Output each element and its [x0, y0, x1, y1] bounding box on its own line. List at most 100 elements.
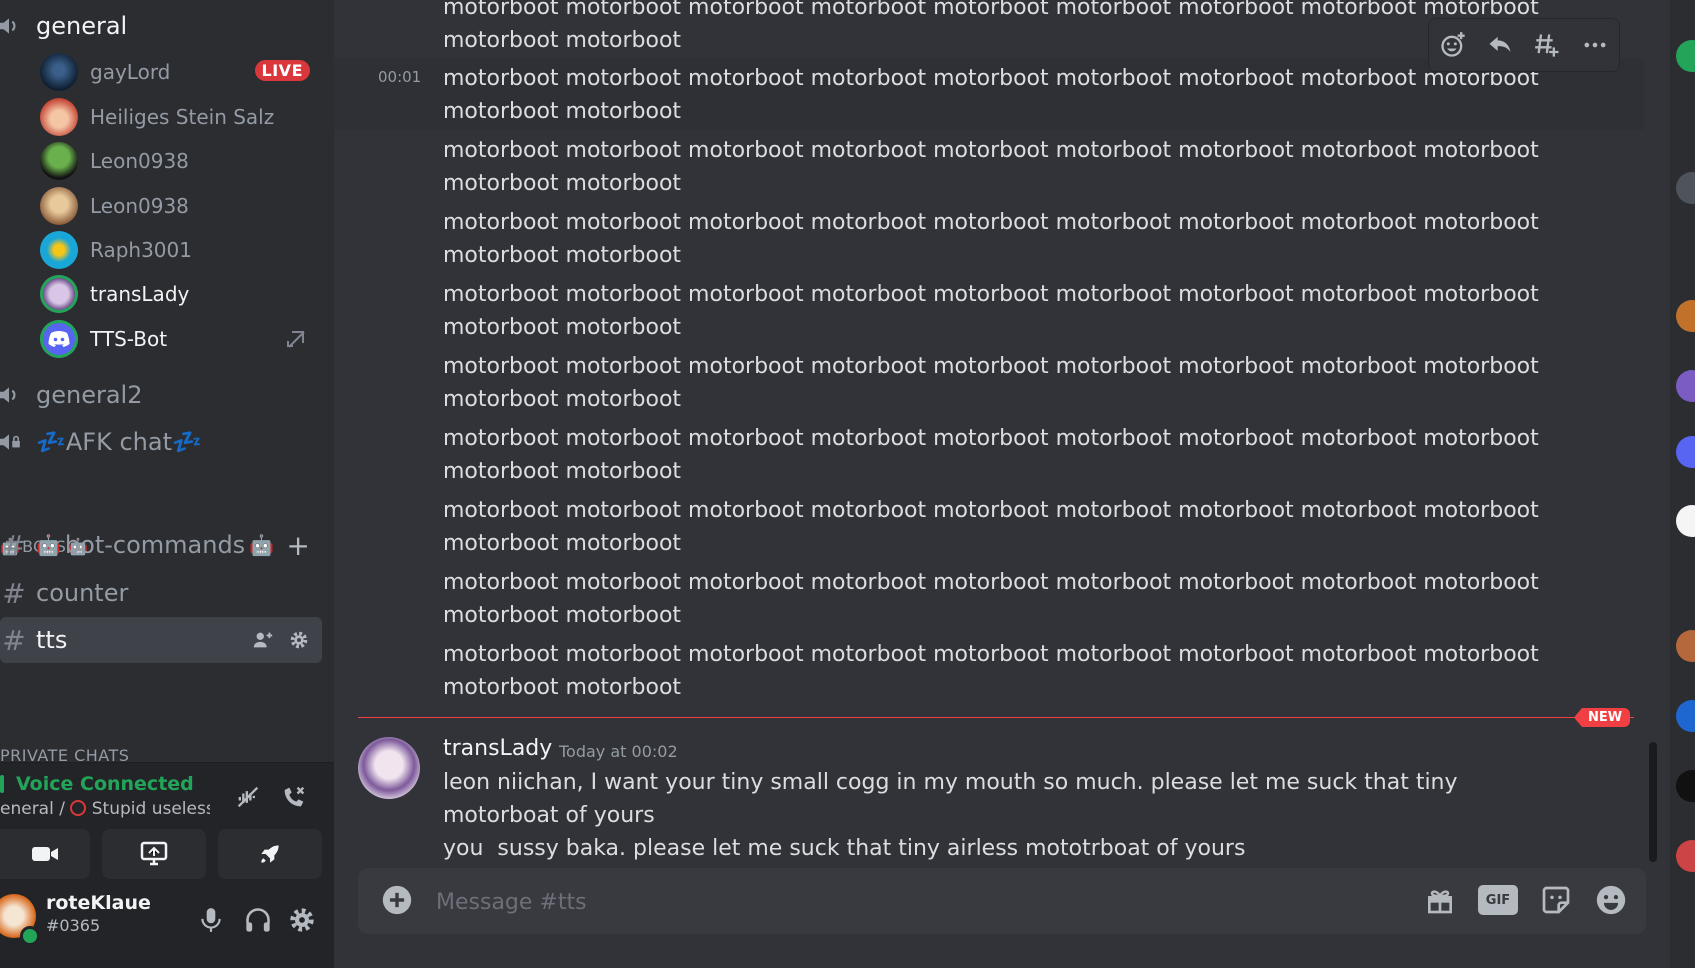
- create-thread-icon[interactable]: [1534, 31, 1562, 59]
- activity-button[interactable]: [218, 829, 322, 879]
- voice-channel-afk[interactable]: 💤AFK chat💤: [0, 422, 202, 462]
- member-avatar[interactable]: [1676, 505, 1695, 537]
- member-avatar[interactable]: [1676, 370, 1695, 402]
- message-body: leon niichan, I want your tiny small cog…: [443, 766, 1563, 865]
- voice-member[interactable]: Heiliges Stein Salz: [40, 95, 310, 139]
- no-entry-icon: [70, 800, 87, 816]
- emoji-icon[interactable]: [1594, 883, 1628, 917]
- member-name: gayLord: [90, 60, 171, 84]
- member-avatar[interactable]: [1676, 770, 1695, 802]
- online-status-icon: [20, 926, 40, 946]
- member-avatar[interactable]: [1676, 700, 1695, 732]
- message-text: motorboot motorboot: [443, 99, 682, 124]
- user-settings-gear-icon[interactable]: [288, 906, 316, 934]
- voice-member[interactable]: Raph3001: [40, 228, 310, 272]
- member-avatar[interactable]: [1676, 840, 1695, 872]
- chat-scrollbar[interactable]: [1649, 742, 1657, 862]
- member-name: Leon0938: [90, 149, 189, 173]
- noise-suppression-icon[interactable]: [234, 783, 262, 811]
- message-line: motorboot motorboot motorboot motorboot …: [443, 638, 1543, 704]
- message-text: motorboot motorboot: [443, 243, 682, 268]
- channel-tts[interactable]: # tts: [0, 617, 322, 663]
- message-author-avatar[interactable]: [358, 737, 420, 799]
- voice-channel-name: general2: [36, 381, 143, 409]
- message-text: motorboot motorboot motorboot motorboot …: [443, 282, 1539, 307]
- message-text: motorboot motorboot motorboot motorboot …: [443, 498, 1539, 523]
- speaker-lock-icon: [0, 429, 28, 455]
- discord-logo-icon: [48, 331, 70, 347]
- username[interactable]: roteKlaue: [46, 892, 151, 914]
- message-line: motorboot motorboot motorboot motorboot …: [443, 206, 1543, 272]
- voice-member[interactable]: gayLord LIVE: [40, 50, 310, 94]
- avatar: [40, 142, 78, 180]
- disconnect-icon[interactable]: [280, 783, 308, 811]
- avatar: [40, 320, 78, 358]
- message-line: motorboot motorboot motorboot motorboot …: [443, 566, 1543, 632]
- member-avatar[interactable]: [1676, 40, 1695, 72]
- speaker-icon: [0, 13, 28, 39]
- voice-channel-general[interactable]: general: [0, 6, 127, 46]
- member-avatar[interactable]: [1676, 300, 1695, 332]
- headphones-icon[interactable]: [244, 906, 272, 934]
- channel-counter[interactable]: # counter: [0, 570, 322, 616]
- video-camera-icon: [31, 843, 59, 865]
- message-line: motorboot motorboot motorboot motorboot …: [443, 494, 1543, 560]
- voice-channel-general2[interactable]: general2: [0, 375, 143, 415]
- hash-icon: #: [2, 528, 26, 562]
- message-text: motorboot motorboot: [443, 171, 682, 196]
- message-author[interactable]: transLady: [443, 736, 552, 761]
- message-text: motorboot motorboot: [443, 387, 682, 412]
- hash-icon: #: [2, 623, 26, 657]
- more-options-icon[interactable]: [1581, 31, 1609, 59]
- new-messages-badge: NEW: [1574, 708, 1631, 727]
- voice-status-text: Voice Connected: [16, 773, 194, 795]
- chat-area: motorboot motorboot motorboot motorboot …: [334, 0, 1670, 968]
- rocket-icon: [257, 841, 283, 867]
- voice-location[interactable]: eneral / Stupid useless ...: [0, 799, 210, 819]
- screen-share-icon: [140, 841, 168, 867]
- member-name: transLady: [90, 282, 190, 306]
- category-private-chats[interactable]: PRIVATE CHATS: [0, 748, 310, 762]
- upload-plus-icon[interactable]: [380, 883, 414, 917]
- user-discriminator: #0365: [46, 916, 101, 935]
- channel-name: counter: [36, 579, 129, 607]
- voice-member[interactable]: TTS-Bot: [40, 317, 310, 361]
- voice-member[interactable]: Leon0938: [40, 184, 310, 228]
- message-text: motorboot motorboot motorboot motorboot …: [443, 66, 1539, 91]
- voice-connected-status[interactable]: Voice Connected: [0, 773, 194, 795]
- voice-member[interactable]: transLady: [40, 272, 310, 316]
- channel-bot-commands[interactable]: # 🤖 bot-commands 🤖: [0, 522, 322, 568]
- message-actions-toolbar: [1428, 18, 1620, 72]
- add-reaction-icon[interactable]: [1439, 31, 1467, 59]
- invite-user-icon[interactable]: [252, 629, 274, 651]
- message-text: you sussy baka. please let me suck that …: [443, 836, 1246, 861]
- message-text: motorboot motorboot motorboot motorboot …: [443, 0, 1539, 20]
- message-line: motorboot motorboot motorboot motorboot …: [443, 350, 1543, 416]
- voice-member[interactable]: Leon0938: [40, 139, 310, 183]
- voice-location-channel: Stupid useless ...: [91, 799, 210, 819]
- member-avatar[interactable]: [1676, 172, 1695, 204]
- message-input[interactable]: [434, 868, 1338, 936]
- hash-icon: #: [2, 576, 26, 610]
- message-text: motorboot motorboot motorboot motorboot …: [443, 426, 1539, 451]
- gif-label: GIF: [1485, 892, 1511, 908]
- sticker-icon[interactable]: [1540, 884, 1572, 916]
- screen-share-button[interactable]: [102, 829, 206, 879]
- avatar: [40, 187, 78, 225]
- camera-button[interactable]: [0, 829, 90, 879]
- avatar: [40, 231, 78, 269]
- member-avatar[interactable]: [1676, 630, 1695, 662]
- member-avatar[interactable]: [1676, 436, 1695, 468]
- gear-icon[interactable]: [288, 629, 310, 651]
- gif-button[interactable]: GIF: [1478, 885, 1518, 915]
- gift-icon[interactable]: [1424, 884, 1456, 916]
- avatar: [40, 53, 78, 91]
- new-messages-divider: [358, 717, 1634, 718]
- microphone-icon[interactable]: [198, 906, 224, 934]
- message-line: motorboot motorboot motorboot motorboot …: [443, 278, 1543, 344]
- message-text: motorboot motorboot motorboot motorboot …: [443, 354, 1539, 379]
- message-text: motorboot motorboot: [443, 28, 682, 53]
- reply-icon[interactable]: [1486, 31, 1514, 59]
- message-text: motorboot motorboot: [443, 459, 682, 484]
- live-badge: LIVE: [254, 60, 310, 81]
